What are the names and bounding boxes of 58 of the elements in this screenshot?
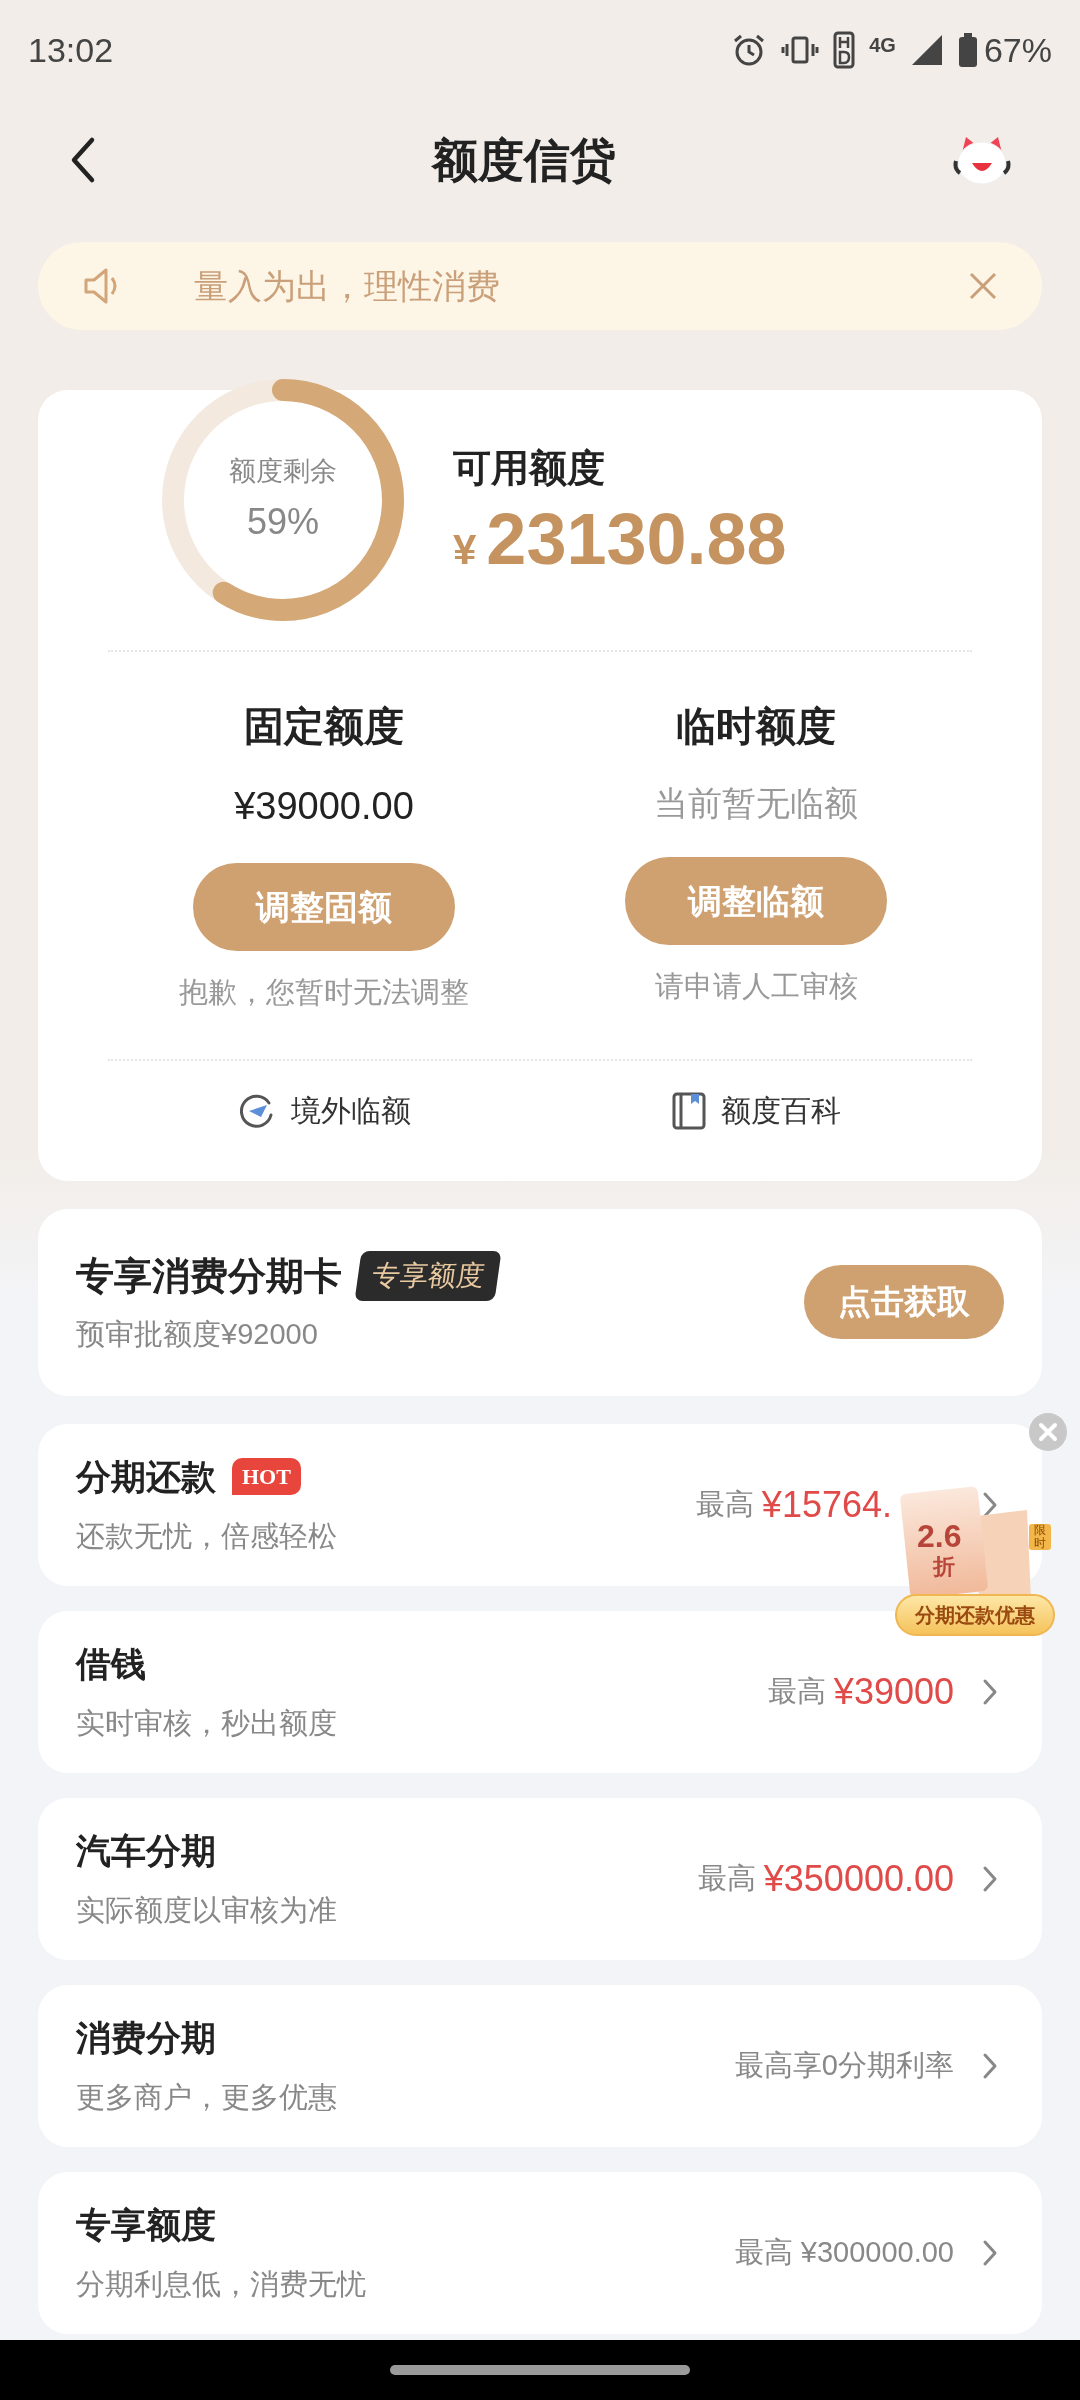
status-time: 13:02 [28, 29, 114, 71]
battery-icon [957, 33, 978, 67]
product-card[interactable]: 专享额度 分期利息低，消费无忧 最高 ¥300000.00 [38, 2171, 1042, 2334]
chevron-icon [982, 1864, 998, 1893]
product-value: ¥39000 [833, 1669, 954, 1714]
product-subtitle: 更多商户，更多优惠 [76, 2080, 338, 2115]
limit-amount: ¥39000.00 [234, 784, 414, 829]
hot-badge: HOT [232, 1458, 301, 1496]
limit-title: 固定额度 [244, 703, 404, 750]
limit-title: 临时额度 [676, 703, 836, 750]
shortcut-link[interactable]: 额度百科 [540, 1088, 972, 1133]
limit-note: 请申请人工审核 [654, 969, 858, 1004]
product-title: 消费分期 [76, 2016, 216, 2059]
hd-icon [833, 31, 856, 69]
product-title: 借钱 [76, 1642, 146, 1685]
product-subtitle: 分期利息低，消费无忧 [76, 2267, 367, 2302]
product-title: 分期还款 [76, 1455, 216, 1498]
max-label: 最高 [734, 2234, 793, 2270]
limit-note: 抱歉，您暂时无法调整 [179, 975, 469, 1010]
available-amount: 23130.88 [486, 502, 787, 575]
battery-percent: 67% [983, 29, 1052, 71]
product-subtitle: 还款无忧，倍感轻松 [76, 1519, 338, 1554]
product-subtitle: 实际额度以审核为准 [76, 1893, 338, 1928]
promo-tag: 专享额度 [354, 1251, 502, 1302]
chevron-icon [982, 1677, 998, 1706]
currency-symbol: ¥ [453, 524, 477, 575]
product-card[interactable]: 汽车分期 实际额度以审核为准 最高 ¥350000.00 [38, 1797, 1042, 1960]
product-value: ¥15764. [761, 1482, 892, 1527]
shortcut-link[interactable]: 境外临额 [108, 1088, 540, 1133]
close-icon[interactable] [968, 271, 998, 301]
notice-text: 量入为出，理性消费 [194, 265, 501, 307]
max-label: 最高 [695, 1486, 754, 1522]
product-value: 最高享0分期利率 [734, 2047, 954, 2083]
product-subtitle: 实时审核，秒出额度 [76, 1706, 338, 1741]
ring-label: 额度剩余 [229, 454, 337, 488]
product-card[interactable]: 消费分期 更多商户，更多优惠 最高享0分期利率 [38, 1984, 1042, 2147]
vibrate-icon [781, 34, 820, 66]
discount-value: 2.6 [917, 1520, 962, 1552]
product-value: ¥300000.00 [800, 2234, 954, 2270]
max-label: 最高 [767, 1673, 826, 1709]
discount-unit: 折 [933, 1556, 955, 1578]
close-icon[interactable] [1029, 1413, 1067, 1451]
chevron-icon [982, 2051, 998, 2080]
product-title: 汽车分期 [76, 1829, 216, 1872]
promo-label[interactable]: 分期还款优惠 [895, 1594, 1055, 1636]
promo-title: 专享消费分期卡 [76, 1253, 342, 1299]
product-value: ¥350000.00 [763, 1856, 954, 1901]
chevron-icon [982, 2238, 998, 2267]
available-label: 可用额度 [453, 445, 606, 491]
limit-status: 当前暂无临额 [654, 783, 858, 824]
product-title: 专享额度 [76, 2203, 216, 2246]
network-type: 4G [869, 35, 896, 55]
ring-percent: 59% [246, 500, 320, 545]
max-label: 最高 [697, 1860, 756, 1896]
book-icon [671, 1090, 707, 1131]
promo-subtitle: 预审批额度¥92000 [76, 1316, 319, 1352]
limited-tag: 限时 [1029, 1524, 1051, 1551]
page-title: 额度信贷 [432, 132, 616, 188]
